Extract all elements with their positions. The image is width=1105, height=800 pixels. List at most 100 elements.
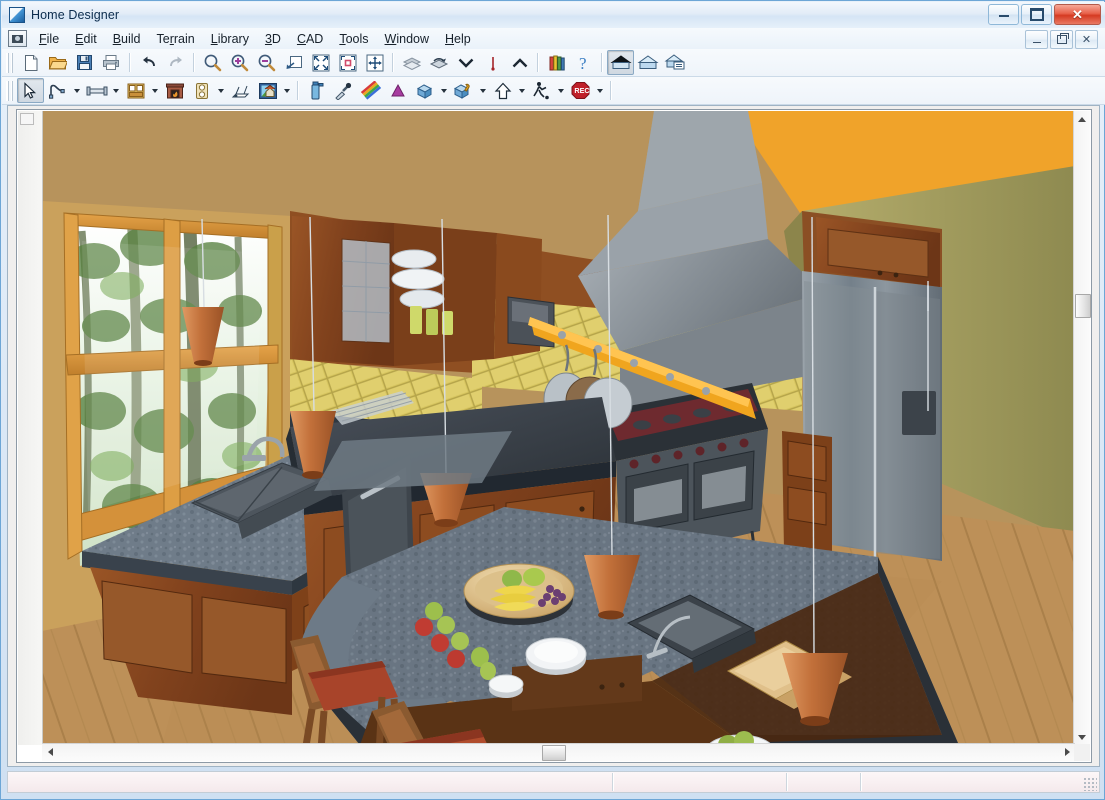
previous-zoom-button[interactable] [280, 50, 307, 75]
library-browser-button[interactable] [543, 50, 570, 75]
material-eyedropper-button[interactable] [330, 78, 357, 103]
minimize-button[interactable] [988, 4, 1019, 25]
toolbar-grip-2[interactable] [6, 80, 14, 101]
svg-text:?: ? [579, 54, 587, 72]
cad-tools-dropdown[interactable] [71, 79, 83, 102]
doll-house-view-button[interactable] [661, 50, 688, 75]
document-window-controls: ✕ [1025, 30, 1098, 49]
menu-tools[interactable]: Tools [331, 30, 376, 48]
title-bar: Home Designer ✕ [2, 2, 1105, 28]
scrollbar-corner [1074, 744, 1090, 761]
zoom-button[interactable] [199, 50, 226, 75]
down-one-floor-button[interactable] [452, 50, 479, 75]
picture-tools-dropdown[interactable] [281, 79, 293, 102]
move-up-button[interactable] [489, 78, 516, 103]
horizontal-scrollbar[interactable] [42, 743, 1075, 761]
current-floor-button[interactable] [479, 50, 506, 75]
menu-bar: File Edit Build Terrain Library 3D CAD T… [2, 28, 1105, 50]
open-plan-button[interactable] [44, 50, 71, 75]
record-walkthrough-button[interactable]: REC [567, 78, 594, 103]
edit-toolbar: REC [2, 77, 1105, 105]
document-minimize-button[interactable] [1025, 30, 1048, 49]
gutter-handle[interactable] [20, 113, 34, 125]
3d-camera-view[interactable] [42, 111, 1075, 745]
scroll-down-button[interactable] [1075, 730, 1089, 744]
reference-display-button[interactable] [398, 50, 425, 75]
zoom-in-button[interactable] [226, 50, 253, 75]
toolbar-grip[interactable] [6, 52, 14, 73]
electrical-dropdown[interactable] [215, 79, 227, 102]
3d-view-button[interactable] [411, 78, 438, 103]
cross-section-button[interactable] [384, 78, 411, 103]
vertical-scrollbar[interactable] [1073, 111, 1091, 745]
horizontal-scrollbar-thumb[interactable] [542, 745, 566, 761]
undo-button[interactable] [135, 50, 162, 75]
menu-3d[interactable]: 3D [257, 30, 289, 48]
camera-menu-icon[interactable] [8, 30, 27, 47]
window-title: Home Designer [31, 8, 120, 22]
cabinet-tools-dropdown[interactable] [149, 79, 161, 102]
scroll-right-button[interactable] [1060, 745, 1074, 759]
status-mode-panel [862, 772, 1099, 792]
fireplace-button[interactable] [161, 78, 188, 103]
scroll-left-button[interactable] [43, 745, 57, 759]
print-button[interactable] [98, 50, 125, 75]
close-button[interactable]: ✕ [1054, 4, 1101, 25]
app-logo-icon [9, 7, 25, 23]
save-plan-button[interactable] [71, 50, 98, 75]
status-length-panel [788, 772, 860, 792]
adjust-material-button[interactable] [357, 78, 384, 103]
select-objects-button[interactable] [17, 78, 44, 103]
new-plan-button[interactable] [17, 50, 44, 75]
status-message-panel [8, 772, 612, 792]
swap-floors-button[interactable] [425, 50, 452, 75]
application-window: Home Designer ✕ File Edit Build Terrain … [0, 0, 1105, 800]
3d-settings-button[interactable] [450, 78, 477, 103]
material-spray-button[interactable] [303, 78, 330, 103]
menu-file[interactable]: File [31, 30, 67, 48]
wall-tools-button[interactable] [83, 78, 110, 103]
standard-toolbar: ? [2, 49, 1105, 77]
record-walkthrough-dropdown[interactable] [594, 79, 606, 102]
status-coordinates-panel [614, 772, 786, 792]
maximize-button[interactable] [1021, 4, 1052, 25]
menu-edit[interactable]: Edit [67, 30, 105, 48]
cad-tools-button[interactable] [44, 78, 71, 103]
menu-build[interactable]: Build [105, 30, 149, 48]
zoom-out-button[interactable] [253, 50, 280, 75]
vertical-scrollbar-thumb[interactable] [1075, 294, 1091, 318]
document-close-button[interactable]: ✕ [1075, 30, 1098, 49]
cabinet-tools-button[interactable] [122, 78, 149, 103]
document-window [16, 109, 1092, 763]
overview-view-button[interactable] [634, 50, 661, 75]
3d-settings-dropdown[interactable] [477, 79, 489, 102]
help-button[interactable]: ? [570, 50, 597, 75]
kitchen-render [42, 111, 1075, 745]
menu-cad[interactable]: CAD [289, 30, 331, 48]
status-bar [7, 771, 1100, 793]
camera-tools-button[interactable] [227, 78, 254, 103]
walkthrough-dropdown[interactable] [555, 79, 567, 102]
full-camera-view-button[interactable] [607, 50, 634, 75]
menu-terrain[interactable]: Terrain [149, 30, 203, 48]
fill-window-button[interactable] [307, 50, 334, 75]
scroll-up-button[interactable] [1075, 112, 1089, 126]
fill-window-building-button[interactable] [334, 50, 361, 75]
move-up-dropdown[interactable] [516, 79, 528, 102]
redo-button[interactable] [162, 50, 189, 75]
electrical-button[interactable] [188, 78, 215, 103]
walkthrough-button[interactable] [528, 78, 555, 103]
view-gutter-panel [18, 111, 43, 745]
window-controls: ✕ [988, 4, 1101, 25]
menu-window[interactable]: Window [377, 30, 437, 48]
mdi-client-area [7, 105, 1100, 767]
document-restore-button[interactable] [1050, 30, 1073, 49]
pan-window-button[interactable] [361, 50, 388, 75]
resize-grip-icon[interactable] [1083, 777, 1097, 791]
menu-help[interactable]: Help [437, 30, 479, 48]
picture-tools-button[interactable] [254, 78, 281, 103]
3d-view-dropdown[interactable] [438, 79, 450, 102]
menu-library[interactable]: Library [203, 30, 257, 48]
up-one-floor-button[interactable] [506, 50, 533, 75]
wall-tools-dropdown[interactable] [110, 79, 122, 102]
